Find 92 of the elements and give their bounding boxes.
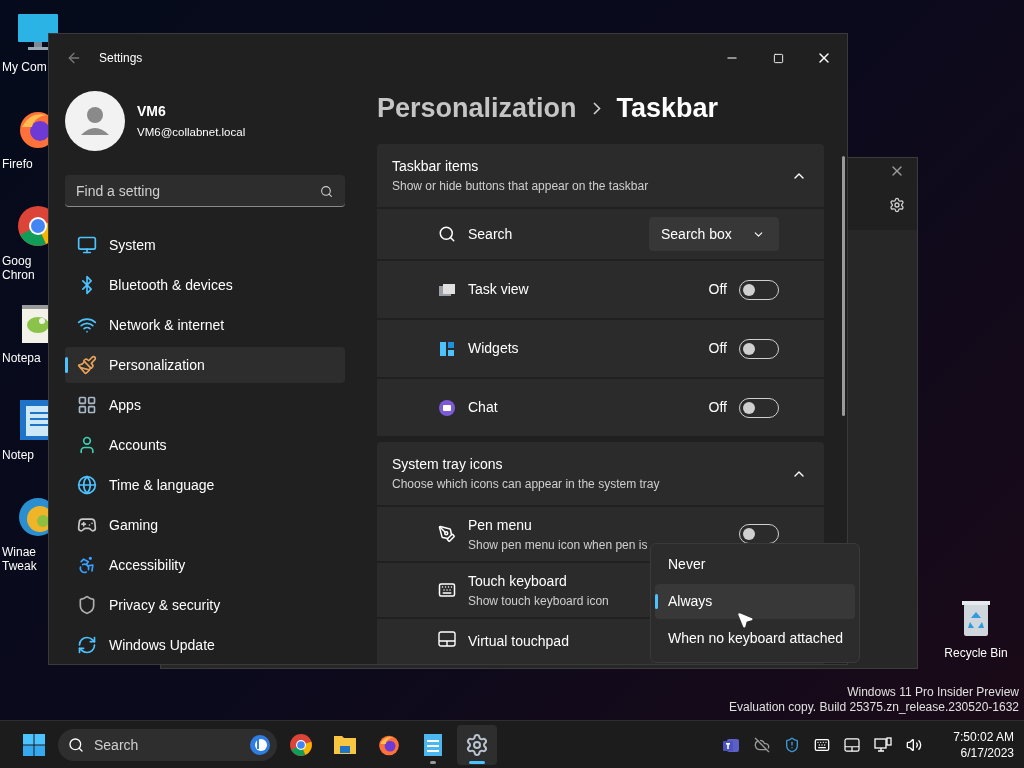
- edition-text: Evaluation copy. Build 25375.zn_release.230520-1632: [729, 700, 1019, 715]
- cloud-off-icon[interactable]: [754, 736, 770, 753]
- setting-label: Widgets: [468, 339, 519, 358]
- notepad-icon: [423, 732, 443, 757]
- shield-warning-icon[interactable]: [784, 736, 800, 753]
- network-icon[interactable]: [874, 736, 892, 753]
- dropdown[interactable]: Search box: [649, 217, 779, 251]
- nav-item[interactable]: Privacy & security: [65, 587, 345, 623]
- clock-date: 6/17/2023: [960, 744, 1014, 761]
- pen-icon: [438, 525, 456, 543]
- nav-item[interactable]: Time & language: [65, 467, 345, 503]
- taskbar-app-button[interactable]: [457, 724, 497, 765]
- settings-icon[interactable]: [889, 197, 905, 213]
- clock-time: 7:50:02 AM: [953, 728, 1014, 745]
- gamepad-icon: [77, 515, 97, 535]
- keyboard-icon: [438, 581, 456, 599]
- user-name: VM6: [137, 101, 167, 121]
- search-field[interactable]: Find a setting: [65, 175, 345, 207]
- page-title: Taskbar: [616, 91, 719, 125]
- setting-label: Virtual touchpad: [468, 632, 569, 651]
- setting-description: Show touch keyboard icon: [468, 592, 609, 610]
- browser-icon: [289, 732, 313, 757]
- desktop-icon-label[interactable]: Tweak: [2, 559, 37, 573]
- chat-bubble-icon: [249, 733, 271, 756]
- desktop-icon-label[interactable]: Chron: [2, 268, 35, 282]
- chat-icon: [438, 398, 456, 417]
- setting-label: Touch keyboard: [468, 571, 567, 591]
- desktop-icon-label[interactable]: Winae: [2, 545, 36, 559]
- globe-icon: [77, 475, 97, 495]
- search-icon: [438, 225, 456, 243]
- section-header[interactable]: System tray icons Choose which icons can appear in the system tray: [377, 442, 824, 505]
- nav-item[interactable]: Windows Update: [65, 627, 345, 663]
- search-icon: [68, 736, 84, 753]
- toggle-state: Off: [708, 339, 727, 358]
- desktop-icon-label[interactable]: Notep: [2, 448, 35, 462]
- menu-item[interactable]: Always: [655, 584, 855, 619]
- setting-label: Chat: [468, 398, 498, 417]
- widgets-icon: [439, 340, 455, 357]
- menu-item[interactable]: When no keyboard attached: [655, 621, 855, 656]
- breadcrumb-link[interactable]: Personalization: [377, 87, 577, 129]
- section-subtitle: Show or hide buttons that appear on the taskbar: [392, 178, 650, 195]
- setting-description: Show pen menu icon when pen is: [468, 536, 648, 554]
- setting-label: Pen menu: [468, 515, 532, 535]
- brush-icon: [77, 355, 97, 375]
- desktop-icon-label[interactable]: Goog: [2, 254, 32, 268]
- section-title: System tray icons: [392, 455, 504, 474]
- nav-item[interactable]: Network & internet: [65, 307, 345, 343]
- volume-icon[interactable]: [906, 736, 922, 753]
- maximize-icon: [772, 52, 784, 64]
- taskbar-search-box[interactable]: Search: [58, 728, 277, 761]
- nav-item[interactable]: Accessibility: [65, 547, 345, 583]
- user-email: VM6@collabnet.local: [137, 124, 246, 140]
- monitor-icon: [77, 235, 97, 255]
- toggle-state: Off: [708, 398, 727, 417]
- windows-logo-icon: [23, 733, 45, 756]
- window-title: Settings: [99, 50, 143, 67]
- chevron-icon: [592, 101, 601, 115]
- keyboard-icon[interactable]: [814, 736, 830, 753]
- wifi-icon: [77, 315, 97, 335]
- folder-icon: [333, 733, 357, 756]
- nav-item[interactable]: Apps: [65, 387, 345, 423]
- cursor-icon: [736, 611, 754, 629]
- menu-item[interactable]: Never: [655, 547, 855, 582]
- section-header[interactable]: Taskbar items Show or hide buttons that appear on the taskbar: [377, 144, 824, 207]
- desktop-icon-label[interactable]: Recycle Bin: [944, 644, 1008, 662]
- desktop-icon-label[interactable]: Firefo: [2, 157, 33, 171]
- scrollbar[interactable]: [842, 156, 845, 416]
- section-subtitle: Choose which icons can appear in the system tray: [392, 476, 661, 493]
- accessibility-icon: [77, 555, 97, 575]
- section-title: Taskbar items: [392, 157, 480, 176]
- toggle-state: Off: [708, 280, 727, 299]
- update-icon: [77, 635, 97, 655]
- nav-item[interactable]: Personalization: [65, 347, 345, 383]
- setting-label: Task view: [468, 280, 529, 299]
- avatar: [65, 91, 125, 151]
- nav-item[interactable]: Accounts: [65, 427, 345, 463]
- desktop-icon-label[interactable]: Notepa: [2, 351, 41, 365]
- search-icon: [320, 185, 333, 198]
- task-view-icon: [438, 281, 456, 298]
- desktop-icon-label[interactable]: My Com: [2, 60, 47, 74]
- nav-item[interactable]: System: [65, 227, 345, 263]
- person-icon: [77, 435, 97, 455]
- gear-icon: [465, 732, 489, 757]
- setting-label: Search: [468, 224, 513, 244]
- touchpad-icon: [438, 631, 456, 647]
- clock[interactable]: 7:50:02 AM 6/17/2023: [942, 728, 1014, 761]
- shield-icon: [77, 595, 97, 615]
- nav-item[interactable]: Bluetooth & devices: [65, 267, 345, 303]
- touchpad-icon[interactable]: [844, 737, 860, 752]
- nav-item[interactable]: Gaming: [65, 507, 345, 543]
- apps-icon: [77, 395, 97, 415]
- edition-text: Windows 11 Pro Insider Preview: [847, 685, 1019, 700]
